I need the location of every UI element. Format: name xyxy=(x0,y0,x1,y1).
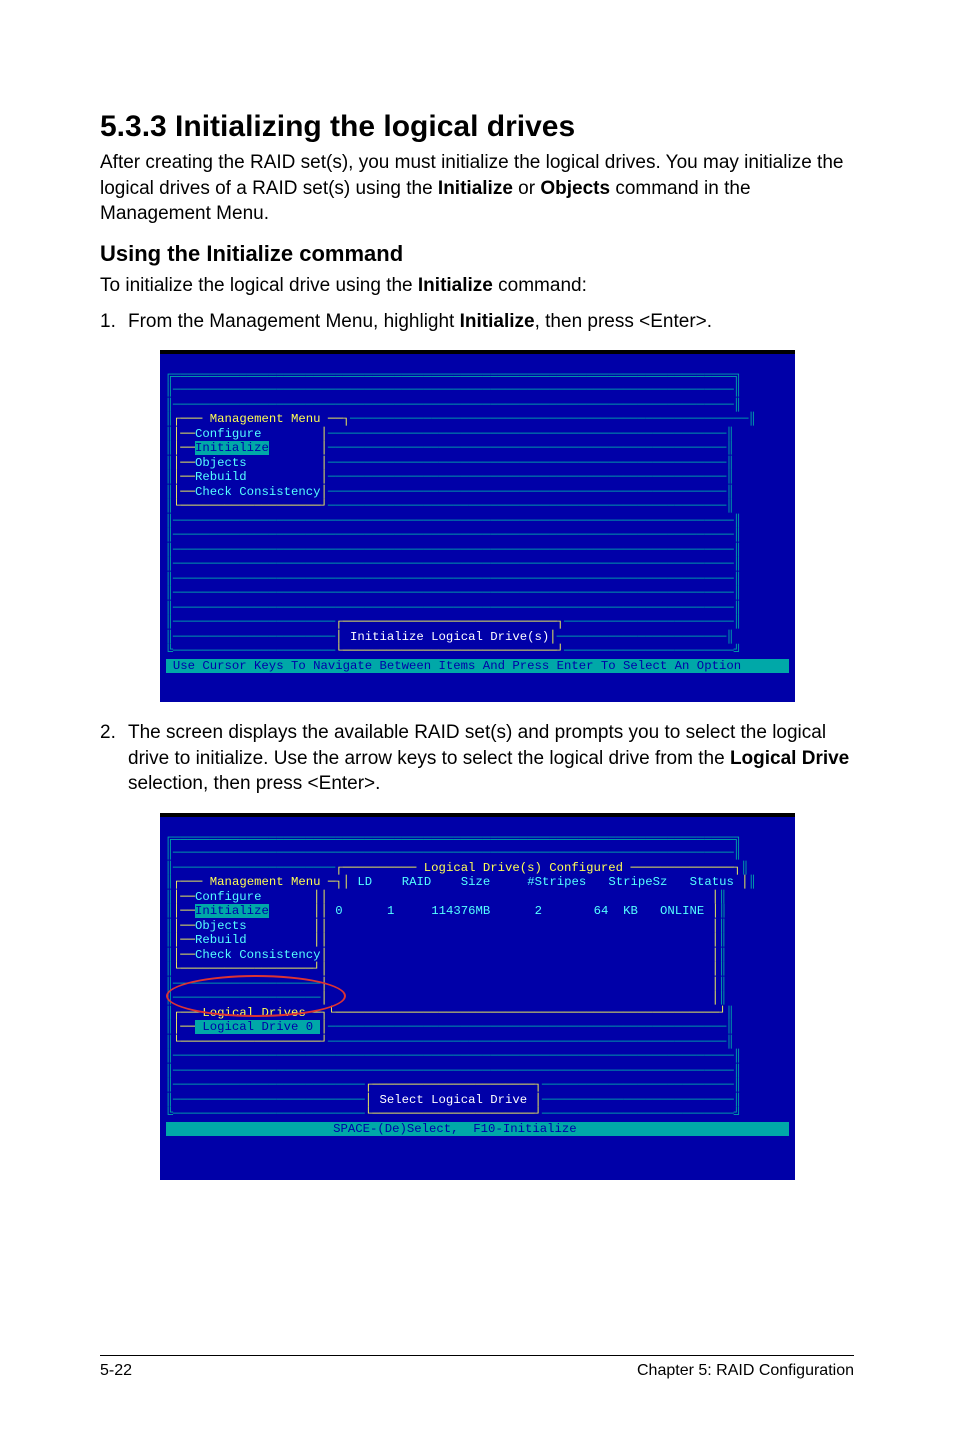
col-raid: RAID xyxy=(402,875,432,889)
terminal-screenshot-1: ╔═══════════════════════════════════════… xyxy=(160,350,795,702)
intro-objects: Objects xyxy=(540,178,610,199)
step-2-number: 2. xyxy=(100,720,128,797)
step-1-number: 1. xyxy=(100,309,128,335)
intro-text-c: or xyxy=(513,178,540,199)
menu-item-rebuild-2[interactable]: Rebuild xyxy=(195,933,247,947)
menu-item-check-1[interactable]: Check Consistency xyxy=(195,485,320,499)
menu-item-initialize-1[interactable]: Initialize xyxy=(195,441,269,455)
step-1: 1. From the Management Menu, highlight I… xyxy=(100,309,854,335)
status-bar-2: SPACE-(De)Select, F10-Initialize xyxy=(166,1122,789,1137)
lead-c: command: xyxy=(493,275,587,296)
col-status: Status xyxy=(690,875,734,889)
footer-left: 5-22 xyxy=(100,1362,132,1380)
step-2: 2. The screen displays the available RAI… xyxy=(100,720,854,797)
step2-b: Logical Drive xyxy=(730,748,849,769)
row-ld: 0 xyxy=(335,904,342,918)
menu-item-rebuild-1[interactable]: Rebuild xyxy=(195,470,247,484)
step2-a: The screen displays the available RAID s… xyxy=(128,722,826,769)
menu-item-configure-2[interactable]: Configure xyxy=(195,890,261,904)
lead-a: To initialize the logical drive using th… xyxy=(100,275,418,296)
annotation-ellipse xyxy=(166,975,346,1017)
step1-b: Initialize xyxy=(460,311,535,332)
row-status: ONLINE xyxy=(660,904,704,918)
intro-initialize: Initialize xyxy=(438,178,513,199)
footer-right: Chapter 5: RAID Configuration xyxy=(637,1362,854,1380)
page-footer: 5-22 Chapter 5: RAID Configuration xyxy=(100,1355,854,1380)
intro-paragraph: After creating the RAID set(s), you must… xyxy=(100,150,854,227)
section-heading: 5.3.3 Initializing the logical drives xyxy=(100,110,854,144)
row-size: 114376MB xyxy=(431,904,490,918)
panel-title: Logical Drive(s) Configured xyxy=(416,861,630,875)
terminal-screenshot-2: ╔═══════════════════════════════════════… xyxy=(160,813,795,1180)
row-stripesz: 64 KB xyxy=(594,904,638,918)
menu-item-objects-2[interactable]: Objects xyxy=(195,919,247,933)
action-text-1: Initialize Logical Drive(s) xyxy=(343,630,550,644)
lead-b: Initialize xyxy=(418,275,493,296)
step-1-text: From the Management Menu, highlight Init… xyxy=(128,309,854,335)
lead-paragraph: To initialize the logical drive using th… xyxy=(100,273,854,299)
menu-item-objects-1[interactable]: Objects xyxy=(195,456,247,470)
menu-title-1: Management Menu xyxy=(202,412,327,426)
col-stripes: #Stripes xyxy=(527,875,586,889)
status-bar-1: Use Cursor Keys To Navigate Between Item… xyxy=(166,659,789,674)
subheading: Using the Initialize command xyxy=(100,241,854,267)
col-size: Size xyxy=(461,875,491,889)
menu-item-initialize-2[interactable]: Initialize xyxy=(195,904,269,918)
menu-item-check-2[interactable]: Check Consistency xyxy=(195,948,320,962)
col-stripesz: StripeSz xyxy=(608,875,667,889)
row-stripes: 2 xyxy=(535,904,542,918)
step-2-text: The screen displays the available RAID s… xyxy=(128,720,854,797)
logical-drive-item[interactable]: Logical Drive 0 xyxy=(195,1020,320,1034)
step1-c: , then press <Enter>. xyxy=(535,311,712,332)
col-ld: LD xyxy=(357,875,372,889)
action-text-2: Select Logical Drive xyxy=(372,1093,534,1107)
step1-a: From the Management Menu, highlight xyxy=(128,311,460,332)
menu-title-2: Management Menu xyxy=(202,875,327,889)
step2-c: selection, then press <Enter>. xyxy=(128,773,380,794)
menu-item-configure-1[interactable]: Configure xyxy=(195,427,261,441)
